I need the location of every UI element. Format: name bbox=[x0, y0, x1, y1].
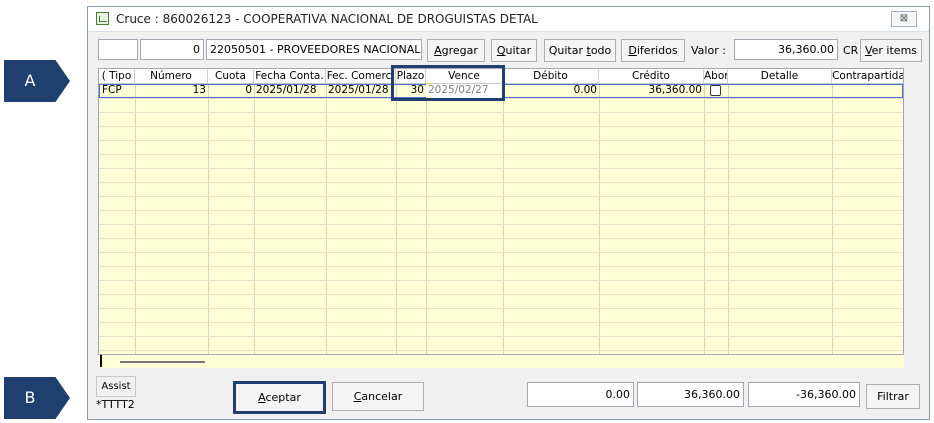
cell-numero[interactable]: 13 bbox=[135, 84, 208, 98]
agregar-button[interactable]: Agregar bbox=[427, 39, 485, 62]
movements-grid[interactable]: ( Tipo Número Cuota Fecha Conta. Fec. Co… bbox=[98, 68, 904, 355]
col-abono[interactable]: Abor bbox=[704, 69, 728, 83]
col-detalle[interactable]: Detalle bbox=[728, 69, 832, 83]
total-debito-field: 0.00 bbox=[527, 382, 634, 407]
diferencia-field: -36,360.00 bbox=[748, 382, 860, 407]
abono-checkbox[interactable] bbox=[710, 85, 721, 96]
col-debito[interactable]: Débito bbox=[503, 69, 599, 83]
grid-row-line bbox=[99, 350, 903, 351]
grid-row-line bbox=[99, 210, 903, 211]
app-icon bbox=[96, 12, 109, 25]
grid-row-line bbox=[99, 266, 903, 267]
scroll-start-marker bbox=[100, 355, 102, 367]
close-button[interactable]: ⊠ bbox=[891, 11, 917, 27]
window-title: Cruce : 860026123 - COOPERATIVA NACIONAL… bbox=[116, 12, 538, 26]
grid-row-line bbox=[99, 154, 903, 155]
blank-field[interactable] bbox=[98, 39, 138, 60]
grid-row-line bbox=[99, 308, 903, 309]
callout-a: A bbox=[4, 60, 70, 102]
cell-credito[interactable]: 36,360.00 bbox=[599, 84, 704, 98]
grid-row-line bbox=[99, 280, 903, 281]
grid-row-line bbox=[99, 252, 903, 253]
valor-label: Valor : bbox=[691, 44, 726, 57]
cr-label: CR bbox=[843, 44, 859, 57]
grid-row-line bbox=[99, 196, 903, 197]
plazo-vence-highlight bbox=[391, 65, 505, 101]
cancelar-button[interactable]: Cancelar bbox=[332, 382, 424, 411]
valor-field[interactable]: 36,360.00 bbox=[734, 39, 838, 60]
grid-row-line bbox=[99, 322, 903, 323]
col-fec-comerc[interactable]: Fec. Comerci bbox=[326, 69, 396, 83]
cell-cuota[interactable]: 0 bbox=[208, 84, 254, 98]
grid-row-line bbox=[99, 336, 903, 337]
callout-b: B bbox=[4, 377, 70, 419]
title-bar: Cruce : 860026123 - COOPERATIVA NACIONAL… bbox=[88, 7, 929, 32]
cell-contrapartida[interactable] bbox=[832, 84, 903, 98]
col-credito[interactable]: Crédito bbox=[599, 69, 704, 83]
user-code-label: *TTTT2 bbox=[96, 398, 135, 411]
cell-tipo[interactable]: FCP bbox=[100, 84, 135, 98]
col-fecha-conta[interactable]: Fecha Conta. bbox=[254, 69, 326, 83]
count-field[interactable]: 0 bbox=[140, 39, 204, 60]
cell-fec-comerc[interactable]: 2025/01/28 bbox=[326, 84, 396, 98]
cell-debito[interactable]: 0.00 bbox=[503, 84, 599, 98]
aceptar-button[interactable]: Aceptar bbox=[233, 381, 326, 414]
col-tipo[interactable]: ( Tipo bbox=[99, 69, 135, 83]
grid-row-line bbox=[99, 294, 903, 295]
col-contrapartida[interactable]: Contrapartida bbox=[832, 69, 903, 83]
cell-detalle[interactable] bbox=[728, 84, 832, 98]
quitar-button[interactable]: Quitar bbox=[491, 39, 537, 62]
cruce-dialog: Cruce : 860026123 - COOPERATIVA NACIONAL… bbox=[87, 6, 930, 420]
callout-b-label: B bbox=[24, 388, 36, 407]
grid-row-line bbox=[99, 224, 903, 225]
col-numero[interactable]: Número bbox=[135, 69, 208, 83]
grid-row-line bbox=[99, 112, 903, 113]
quitar-todo-button[interactable]: Quitar todo bbox=[544, 39, 616, 62]
close-icon: ⊠ bbox=[899, 13, 909, 24]
grid-row-line bbox=[99, 238, 903, 239]
ver-items-button[interactable]: Ver items bbox=[860, 39, 922, 62]
account-field[interactable]: 22050501 - PROVEEDORES NACIONAL bbox=[206, 39, 422, 60]
grid-row-line bbox=[99, 182, 903, 183]
col-cuota[interactable]: Cuota bbox=[208, 69, 254, 83]
grid-row-line bbox=[99, 140, 903, 141]
grid-row-line bbox=[99, 126, 903, 127]
grid-row-line bbox=[99, 168, 903, 169]
scrollbar-thumb[interactable] bbox=[120, 361, 205, 363]
callout-a-label: A bbox=[24, 71, 36, 90]
total-credito-field: 36,360.00 bbox=[637, 382, 744, 407]
assist-button[interactable]: Assist bbox=[96, 376, 136, 397]
cell-fecha-conta[interactable]: 2025/01/28 bbox=[254, 84, 326, 98]
filtrar-button[interactable]: Filtrar bbox=[866, 384, 920, 409]
diferidos-button[interactable]: Diferidos bbox=[621, 39, 685, 62]
horizontal-scrollbar[interactable] bbox=[98, 355, 904, 368]
